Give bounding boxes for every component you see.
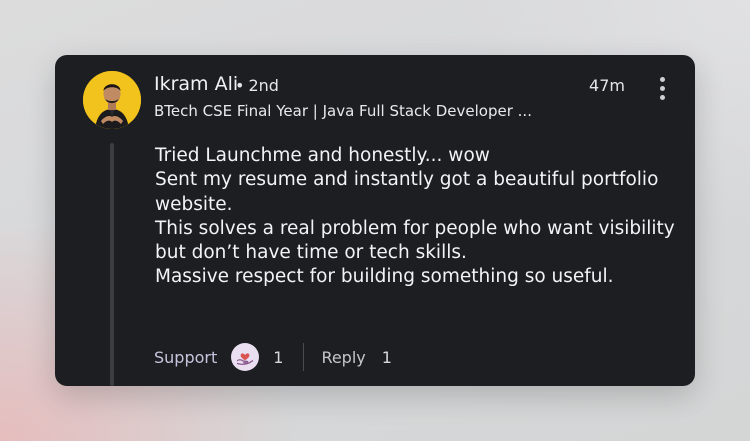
author-name[interactable]: Ikram Ali [154, 73, 238, 95]
degree-separator: • [235, 76, 245, 95]
support-button[interactable]: Support [154, 348, 217, 367]
comment-line: Sent my resume and instantly got a beaut… [155, 169, 659, 191]
comment-line: Tried Launchme and honestly... wow [155, 145, 490, 166]
comment-body: Tried Launchme and honestly... wow Sent … [155, 144, 675, 290]
reaction-count[interactable]: 1 [273, 348, 283, 367]
reply-button[interactable]: Reply [321, 348, 365, 367]
thread-line [110, 143, 114, 386]
comment-line: but don’t have time or tech skills. [155, 242, 467, 264]
comment-line: This solves a real problem for people wh… [155, 217, 675, 239]
author-headline: BTech CSE Final Year | Java Full Stack D… [154, 102, 532, 120]
degree-label: 2nd [248, 76, 279, 95]
comment-actions: Support 1 Reply 1 [154, 343, 392, 371]
comment-line: Massive respect for building something s… [155, 266, 614, 288]
support-heart-icon[interactable] [231, 343, 260, 371]
comment-timestamp: 47m [589, 76, 625, 95]
connection-degree: • 2nd [235, 76, 279, 95]
more-vertical-icon [655, 77, 669, 100]
avatar[interactable] [83, 71, 141, 129]
comment-card: Ikram Ali • 2nd BTech CSE Final Year | Ja… [55, 55, 695, 386]
comment-line: website. [155, 193, 233, 215]
reply-count[interactable]: 1 [382, 348, 392, 367]
action-divider [303, 343, 305, 371]
avatar-photo [83, 71, 141, 129]
more-options-button[interactable] [655, 77, 669, 107]
